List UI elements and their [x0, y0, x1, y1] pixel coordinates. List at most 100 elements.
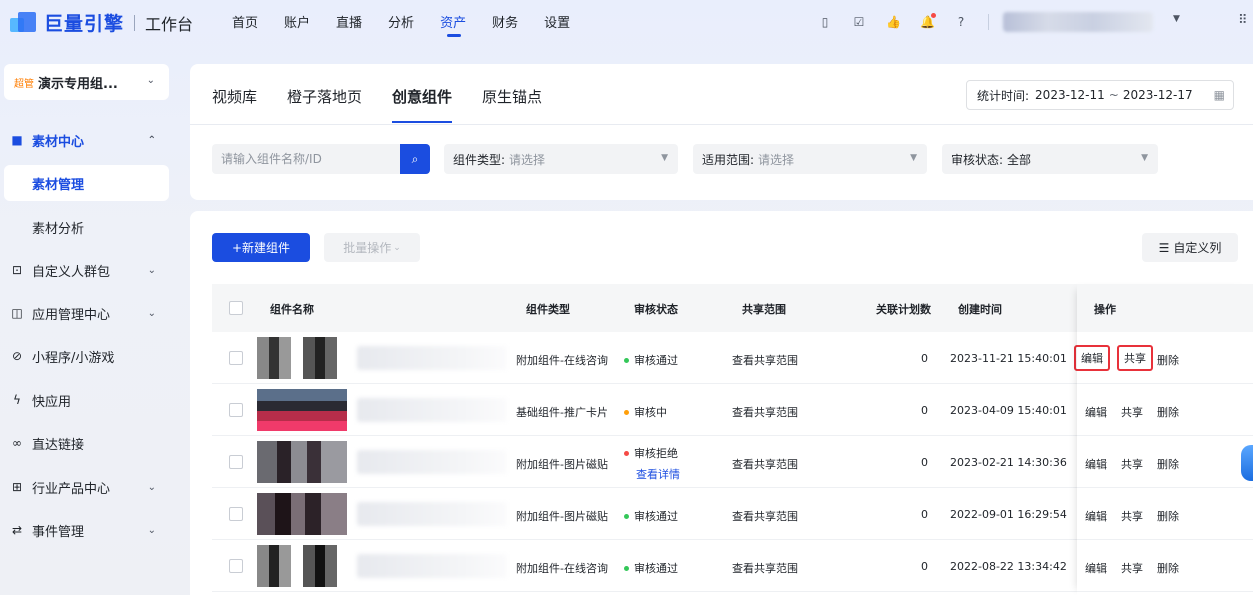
- share-button[interactable]: 共享: [1117, 345, 1153, 371]
- select-value: 全部: [1007, 152, 1032, 167]
- scope-select[interactable]: 适用范围: 请选择 ▼: [693, 144, 927, 174]
- sidebar-item-app-center[interactable]: ◫ 应用管理中心 ⌄: [10, 303, 170, 323]
- logo[interactable]: 巨量引擎 工作台: [10, 9, 193, 36]
- custom-columns-button[interactable]: ☰ 自定义列: [1142, 233, 1238, 262]
- table-header: 组件名称 组件类型 审核状态 共享范围 关联计划数 创建时间 操作: [212, 284, 1253, 332]
- share-button[interactable]: 共享: [1121, 560, 1143, 576]
- row-checkbox[interactable]: [229, 403, 243, 417]
- edit-button[interactable]: 编辑: [1085, 404, 1107, 420]
- share-scope-link[interactable]: 查看共享范围: [732, 456, 798, 472]
- component-thumbnail[interactable]: [257, 337, 347, 379]
- edit-button[interactable]: 编辑: [1085, 508, 1107, 524]
- created-time: 2023-11-21 15:40:01: [950, 352, 1067, 365]
- tab-divider: [190, 124, 1253, 125]
- share-button[interactable]: 共享: [1121, 456, 1143, 472]
- org-selector[interactable]: 超管 演示专用组... ⌄: [4, 64, 169, 100]
- date-separator: ~: [1108, 88, 1119, 102]
- tab-native-anchor[interactable]: 原生锚点: [482, 86, 542, 123]
- view-detail-link[interactable]: 查看详情: [636, 466, 680, 482]
- delete-button[interactable]: 删除: [1157, 508, 1179, 524]
- created-time: 2023-04-09 15:40:01: [950, 404, 1067, 417]
- search-button[interactable]: ⌕: [400, 144, 430, 174]
- nav-home[interactable]: 首页: [232, 12, 258, 31]
- component-name: [357, 346, 507, 370]
- row-checkbox[interactable]: [229, 559, 243, 573]
- app-icon: ◫: [11, 306, 23, 320]
- sidebar-item-miniapp[interactable]: ⊘ 小程序/小游戏: [10, 346, 170, 366]
- sidebar-item-material-manage[interactable]: 素材管理: [4, 165, 169, 201]
- tab-creative-components[interactable]: 创意组件: [392, 86, 453, 123]
- nav-assets[interactable]: 资产: [440, 12, 466, 37]
- col-created: 创建时间: [958, 303, 1002, 316]
- delete-button[interactable]: 删除: [1157, 352, 1179, 368]
- audience-icon: ⊡: [11, 263, 23, 277]
- sidebar-item-events[interactable]: ⇄ 事件管理 ⌄: [10, 520, 170, 540]
- apps-grid-icon[interactable]: ⠿: [1238, 13, 1248, 28]
- delete-button[interactable]: 删除: [1157, 404, 1179, 420]
- account-switcher[interactable]: [1003, 12, 1153, 32]
- batch-action-button[interactable]: 批量操作 ⌄: [324, 233, 420, 262]
- nav-settings[interactable]: 设置: [544, 12, 570, 31]
- component-type-select[interactable]: 组件类型: 请选择 ▼: [444, 144, 678, 174]
- component-thumbnail[interactable]: [257, 389, 347, 431]
- sidebar-item-label: 自定义人群包: [32, 264, 111, 280]
- date-range-picker[interactable]: 统计时间: 2023-12-11 ~ 2023-12-17 ▦: [966, 80, 1234, 110]
- new-component-button[interactable]: +新建组件: [212, 233, 310, 262]
- created-time: 2023-02-21 14:30:36: [950, 456, 1067, 469]
- component-thumbnail[interactable]: [257, 493, 347, 535]
- row-checkbox[interactable]: [229, 507, 243, 521]
- filter-panel: 视频库 橙子落地页 创意组件 原生锚点 统计时间: 2023-12-11 ~ 2…: [190, 64, 1253, 200]
- sidebar-item-material-analysis[interactable]: 素材分析: [4, 209, 169, 245]
- chevron-down-icon[interactable]: ▼: [1173, 14, 1180, 24]
- review-status-select[interactable]: 审核状态: 全部 ▼: [942, 144, 1158, 174]
- select-all-checkbox[interactable]: [229, 301, 243, 315]
- nav-account[interactable]: 账户: [284, 12, 310, 31]
- sidebar-item-direct-link[interactable]: ∞ 直达链接: [10, 433, 170, 453]
- row-checkbox[interactable]: [229, 455, 243, 469]
- top-nav: 巨量引擎 工作台 首页 账户 直播 分析 资产 财务 设置 ▯ ☑ 👍 🔔 ? …: [0, 0, 1253, 44]
- sidebar-item-quickapp[interactable]: ϟ 快应用: [10, 390, 170, 410]
- share-scope-link[interactable]: 查看共享范围: [732, 560, 798, 576]
- component-type: 附加组件-在线咨询: [516, 562, 608, 575]
- thumbs-up-icon[interactable]: 👍: [886, 15, 901, 29]
- share-button[interactable]: 共享: [1121, 508, 1143, 524]
- help-icon[interactable]: ?: [954, 15, 968, 29]
- sidebar-item-audience[interactable]: ⊡ 自定义人群包 ⌄: [10, 260, 170, 280]
- main-nav: 首页 账户 直播 分析 资产 财务 设置: [232, 12, 596, 37]
- edit-button[interactable]: 编辑: [1074, 345, 1110, 371]
- tab-video-library[interactable]: 视频库: [212, 86, 257, 123]
- sidebar-item-label: 素材中心: [32, 134, 85, 150]
- component-name: [357, 450, 507, 474]
- search-input[interactable]: [212, 144, 400, 174]
- tab-landing-page[interactable]: 橙子落地页: [287, 86, 362, 123]
- share-scope-link[interactable]: 查看共享范围: [732, 508, 798, 524]
- share-button[interactable]: 共享: [1121, 404, 1143, 420]
- logo-divider: [134, 14, 136, 31]
- component-thumbnail[interactable]: [257, 545, 347, 587]
- row-checkbox[interactable]: [229, 351, 243, 365]
- select-value: 请选择: [509, 152, 546, 167]
- nav-live[interactable]: 直播: [336, 12, 362, 31]
- share-scope-link[interactable]: 查看共享范围: [732, 404, 798, 420]
- tab-bar: 视频库 橙子落地页 创意组件 原生锚点: [212, 86, 572, 123]
- sidebar-item-label: 行业产品中心: [32, 481, 111, 497]
- edit-button[interactable]: 编辑: [1085, 560, 1107, 576]
- status-dot: [624, 513, 629, 519]
- share-scope-link[interactable]: 查看共享范围: [732, 352, 798, 368]
- delete-button[interactable]: 删除: [1157, 456, 1179, 472]
- nav-analysis[interactable]: 分析: [388, 12, 414, 31]
- notification-bell-icon[interactable]: 🔔: [920, 13, 936, 29]
- sidebar-item-industry[interactable]: ⊞ 行业产品中心 ⌄: [10, 477, 170, 497]
- col-type: 组件类型: [526, 303, 570, 316]
- delete-button[interactable]: 删除: [1157, 560, 1179, 576]
- assistant-float-button[interactable]: [1241, 445, 1253, 481]
- plan-count: 0: [921, 508, 928, 521]
- edit-button[interactable]: 编辑: [1085, 456, 1107, 472]
- sidebar-item-material-center[interactable]: ■ 素材中心 ⌃: [10, 130, 170, 150]
- phone-icon[interactable]: ▯: [818, 15, 832, 29]
- sidebar-item-label: 小程序/小游戏: [32, 350, 115, 366]
- clipboard-icon[interactable]: ☑: [852, 15, 866, 29]
- component-name: [357, 502, 507, 526]
- component-thumbnail[interactable]: [257, 441, 347, 483]
- nav-finance[interactable]: 财务: [492, 12, 518, 31]
